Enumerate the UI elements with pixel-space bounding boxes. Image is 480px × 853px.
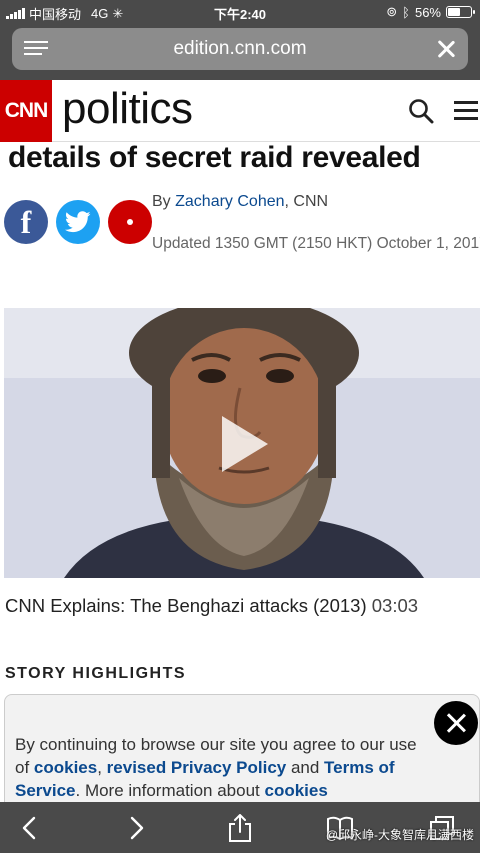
more-share-button[interactable]: [108, 200, 152, 244]
forward-icon[interactable]: [122, 814, 150, 842]
battery-percent: 56%: [414, 4, 441, 20]
cookie-message: By continuing to browse our site you agr…: [15, 733, 435, 802]
weibo-watermark: @邱永峥-大象智库月满西楼: [325, 828, 474, 842]
video-duration: 03:03: [371, 595, 419, 616]
section-title[interactable]: politics: [62, 84, 193, 134]
site-header: CNN politics: [0, 80, 480, 142]
status-right: ⊚ ᛒ 56%: [386, 4, 475, 20]
play-icon[interactable]: [216, 412, 272, 476]
cookie-text-4: . More information about: [75, 781, 265, 800]
updated-timestamp: Updated 1350 GMT (2150 HKT) October 1, 2…: [152, 235, 480, 252]
video-title[interactable]: CNN Explains: The Benghazi attacks (2013…: [5, 595, 367, 616]
cookies-info-link[interactable]: cookies: [264, 781, 327, 800]
video-caption[interactable]: CNN Explains: The Benghazi attacks (2013…: [5, 595, 418, 617]
byline-suffix: , CNN: [284, 193, 329, 210]
share-icon[interactable]: [226, 814, 254, 842]
battery-icon: [446, 6, 475, 18]
more-dots-icon: [127, 219, 133, 225]
twitter-bird-icon: [65, 211, 91, 233]
cookie-banner: By continuing to browse our site you agr…: [4, 694, 480, 804]
facebook-share-button[interactable]: f: [4, 200, 48, 244]
bluetooth-icon: ᛒ: [402, 4, 410, 20]
twitter-share-button[interactable]: [56, 200, 100, 244]
cookie-text-2: ,: [97, 758, 107, 777]
search-icon[interactable]: [408, 98, 434, 124]
cnn-logo[interactable]: CNN: [0, 80, 52, 142]
back-icon[interactable]: [16, 814, 44, 842]
video-player[interactable]: [4, 308, 480, 578]
menu-icon[interactable]: [454, 101, 478, 121]
cookies-link[interactable]: cookies: [34, 758, 97, 777]
byline-prefix: By: [152, 193, 171, 210]
cookie-text-3: and: [286, 758, 325, 777]
facebook-icon: f: [20, 203, 32, 240]
story-highlights-heading: STORY HIGHLIGHTS: [5, 665, 187, 682]
byline: By Zachary Cohen, CNN: [152, 193, 328, 211]
article-headline: details of secret raid revealed: [8, 141, 421, 174]
close-icon[interactable]: [434, 37, 458, 61]
browser-top-bar: edition.cnn.com: [0, 24, 480, 80]
address-bar[interactable]: edition.cnn.com: [12, 28, 468, 70]
status-bar: 中国移动 4G ✳ 下午2:40 ⊚ ᛒ 56%: [0, 0, 480, 24]
battery-fill: [448, 8, 461, 16]
author-link[interactable]: Zachary Cohen: [175, 193, 284, 210]
orientation-lock-icon: ⊚: [386, 4, 398, 19]
privacy-policy-link[interactable]: revised Privacy Policy: [107, 758, 287, 777]
cookie-close-button[interactable]: [434, 701, 478, 745]
url-text[interactable]: edition.cnn.com: [12, 38, 468, 60]
